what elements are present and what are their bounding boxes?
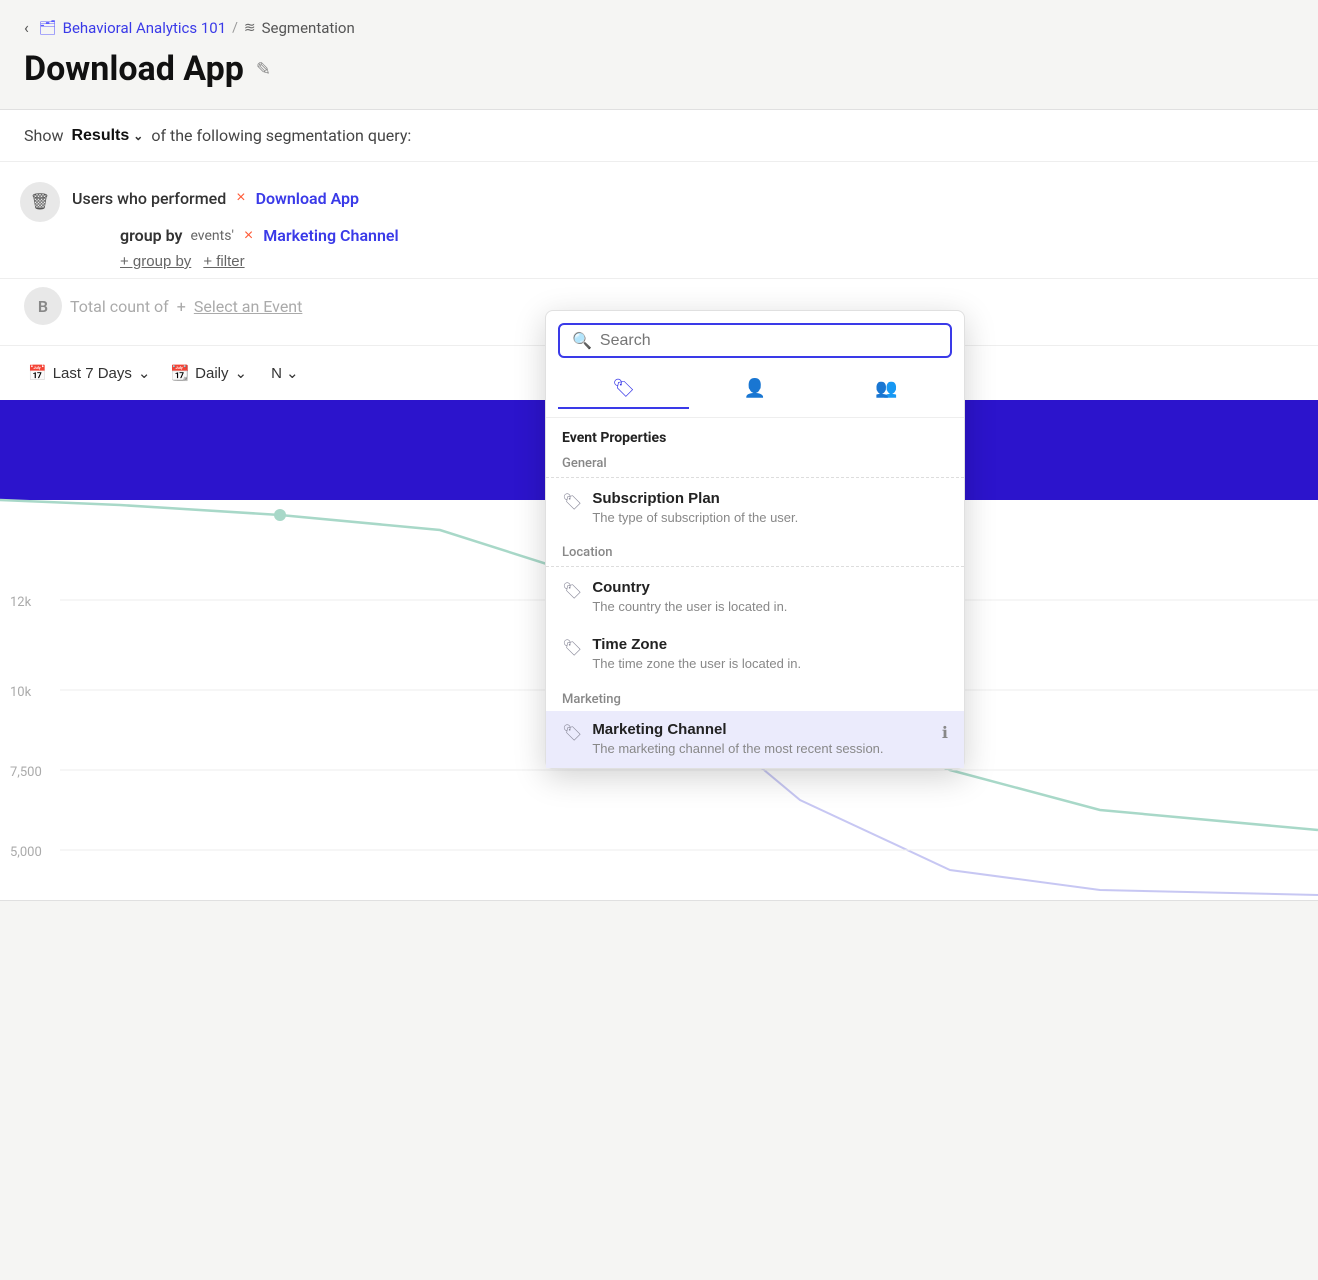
y-label-7500: 7,500 [10,765,42,780]
breadcrumb-current: Segmentation [262,19,355,37]
project-icon: 🗂 [39,20,57,36]
y-label-12k: 12k [10,595,31,610]
remove-event-button[interactable]: × [234,189,247,207]
breadcrumb: ‹ 🗂 Behavioral Analytics 101 / ≋ Segment… [0,0,1318,45]
page-title: Download App [24,49,244,89]
show-bar: Show Results ⌄ of the following segmenta… [0,110,1318,162]
item-timezone-text: Time Zone The time zone the user is loca… [592,636,948,673]
select-event-link[interactable]: Select an Event [194,297,303,316]
b-circle: B [24,287,62,325]
item-timezone-name: Time Zone [592,636,948,653]
search-icon: 🔍 [572,331,592,350]
y-label-10k: 10k [10,685,31,700]
item-subscription-text: Subscription Plan The type of subscripti… [592,490,948,527]
results-chevron: ⌄ [133,129,143,143]
n-chevron: ⌄ [286,364,299,382]
page-title-row: Download App ✎ [0,45,1318,109]
users-performed-label: Users who performed [72,189,226,208]
divider-general [546,477,964,478]
item-marketing-name: Marketing Channel [592,721,932,738]
results-label: Results [71,127,129,145]
n-button[interactable]: N ⌄ [263,358,306,388]
calendar-icon: 📅 [28,364,47,382]
group-by-label: group by [120,226,182,245]
search-row: 🔍 [546,311,964,366]
breadcrumb-project-link[interactable]: Behavioral Analytics 101 [63,19,227,37]
edit-icon[interactable]: ✎ [256,59,271,80]
add-group-by-button[interactable]: + group by [120,253,191,270]
interval-chevron: ⌄ [235,364,248,382]
tag-tab-icon: 🏷 [612,378,635,399]
page-container: ‹ 🗂 Behavioral Analytics 101 / ≋ Segment… [0,0,1318,901]
item-subscription-plan[interactable]: 🏷 Subscription Plan The type of subscrip… [546,480,964,537]
interval-label: Daily [195,365,228,382]
group-tab-icon: 👥 [875,378,897,399]
show-bar-suffix: of the following segmentation query: [151,126,411,145]
item-subscription-name: Subscription Plan [592,490,948,507]
interval-icon: 📆 [170,364,189,382]
search-input-wrapper: 🔍 [558,323,952,358]
tab-user-properties[interactable]: 👤 [689,370,820,409]
item-timezone[interactable]: 🏷 Time Zone The time zone the user is lo… [546,626,964,683]
add-filter-button[interactable]: + filter [203,253,244,270]
remove-groupby-button[interactable]: × [242,227,255,245]
tag-icon-marketing: 🏷 [562,723,582,743]
interval-button[interactable]: 📆 Daily ⌄ [166,358,251,388]
search-input[interactable] [600,332,938,350]
divider-location [546,566,964,567]
item-marketing-channel[interactable]: 🏷 Marketing Channel The marketing channe… [546,711,964,768]
section-title: Event Properties [546,418,964,448]
item-marketing-text: Marketing Channel The marketing channel … [592,721,932,758]
item-timezone-desc: The time zone the user is located in. [592,655,948,673]
query-row-users: Users who performed × Download App [0,174,1318,222]
group-location: Location [546,537,964,564]
item-country-desc: The country the user is located in. [592,598,948,616]
property-dropdown: 🔍 🏷 👤 👥 Event Properties General 🏷 Subsc… [545,310,965,769]
results-button[interactable]: Results ⌄ [71,127,143,145]
item-country-name: Country [592,579,948,596]
delete-query-button[interactable]: 🗑 [20,182,60,222]
group-general: General [546,448,964,475]
date-chevron: ⌄ [138,364,151,382]
event-link[interactable]: Download App [256,189,360,208]
tab-icons-row: 🏷 👤 👥 [546,366,964,418]
date-range-button[interactable]: 📅 Last 7 Days ⌄ [24,358,154,388]
segmentation-icon: ≋ [244,20,256,36]
tag-icon-country: 🏷 [562,581,582,601]
item-marketing-desc: The marketing channel of the most recent… [592,740,932,758]
back-button[interactable]: ‹ [24,18,29,37]
tab-group-properties[interactable]: 👥 [821,370,952,409]
group-by-row: group by events' × Marketing Channel [0,222,1318,249]
item-subscription-desc: The type of subscription of the user. [592,509,948,527]
item-country-text: Country The country the user is located … [592,579,948,616]
date-range-label: Last 7 Days [53,365,132,382]
total-count-label: Total count of [70,297,169,316]
tag-icon-timezone: 🏷 [562,638,582,658]
info-icon[interactable]: ℹ [942,723,948,743]
tab-event-properties[interactable]: 🏷 [558,370,689,409]
show-label: Show [24,126,63,145]
item-country[interactable]: 🏷 Country The country the user is locate… [546,569,964,626]
events-property: events' [190,228,233,244]
y-label-5000: 5,000 [10,845,42,860]
tag-icon-subscription: 🏷 [562,492,582,512]
add-options-row: + group by + filter [0,249,1318,278]
marketing-channel-link[interactable]: Marketing Channel [263,226,398,245]
breadcrumb-separator: / [232,20,238,36]
group-marketing: Marketing [546,684,964,711]
plus-icon: + [177,297,186,316]
user-tab-icon: 👤 [744,378,766,399]
n-label: N [271,365,282,382]
